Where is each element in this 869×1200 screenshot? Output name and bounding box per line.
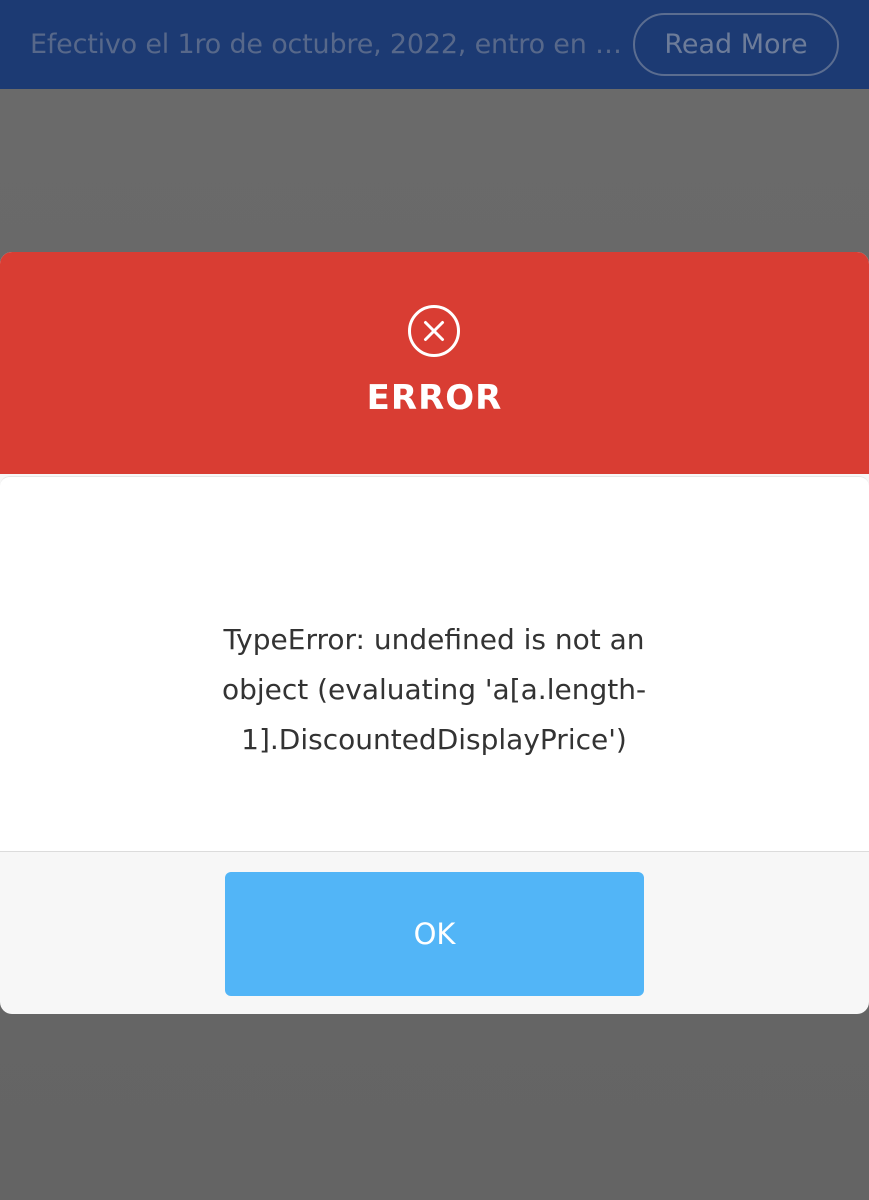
banner-text: Efectivo el 1ro de octubre, 2022, entro … [30, 29, 632, 60]
dialog-header: ERROR [0, 252, 869, 474]
error-message: TypeError: undefined is not an object (e… [221, 623, 647, 756]
dialog-title: ERROR [366, 378, 503, 418]
read-more-button[interactable]: Read More [633, 13, 839, 76]
announcement-banner: Efectivo el 1ro de octubre, 2022, entro … [0, 0, 869, 89]
dialog-body: TypeError: undefined is not an object (e… [0, 476, 869, 852]
error-circle-x-icon [408, 305, 460, 357]
error-dialog: ERROR TypeError: undefined is not an obj… [0, 252, 869, 1014]
ok-button[interactable]: OK [225, 872, 644, 996]
